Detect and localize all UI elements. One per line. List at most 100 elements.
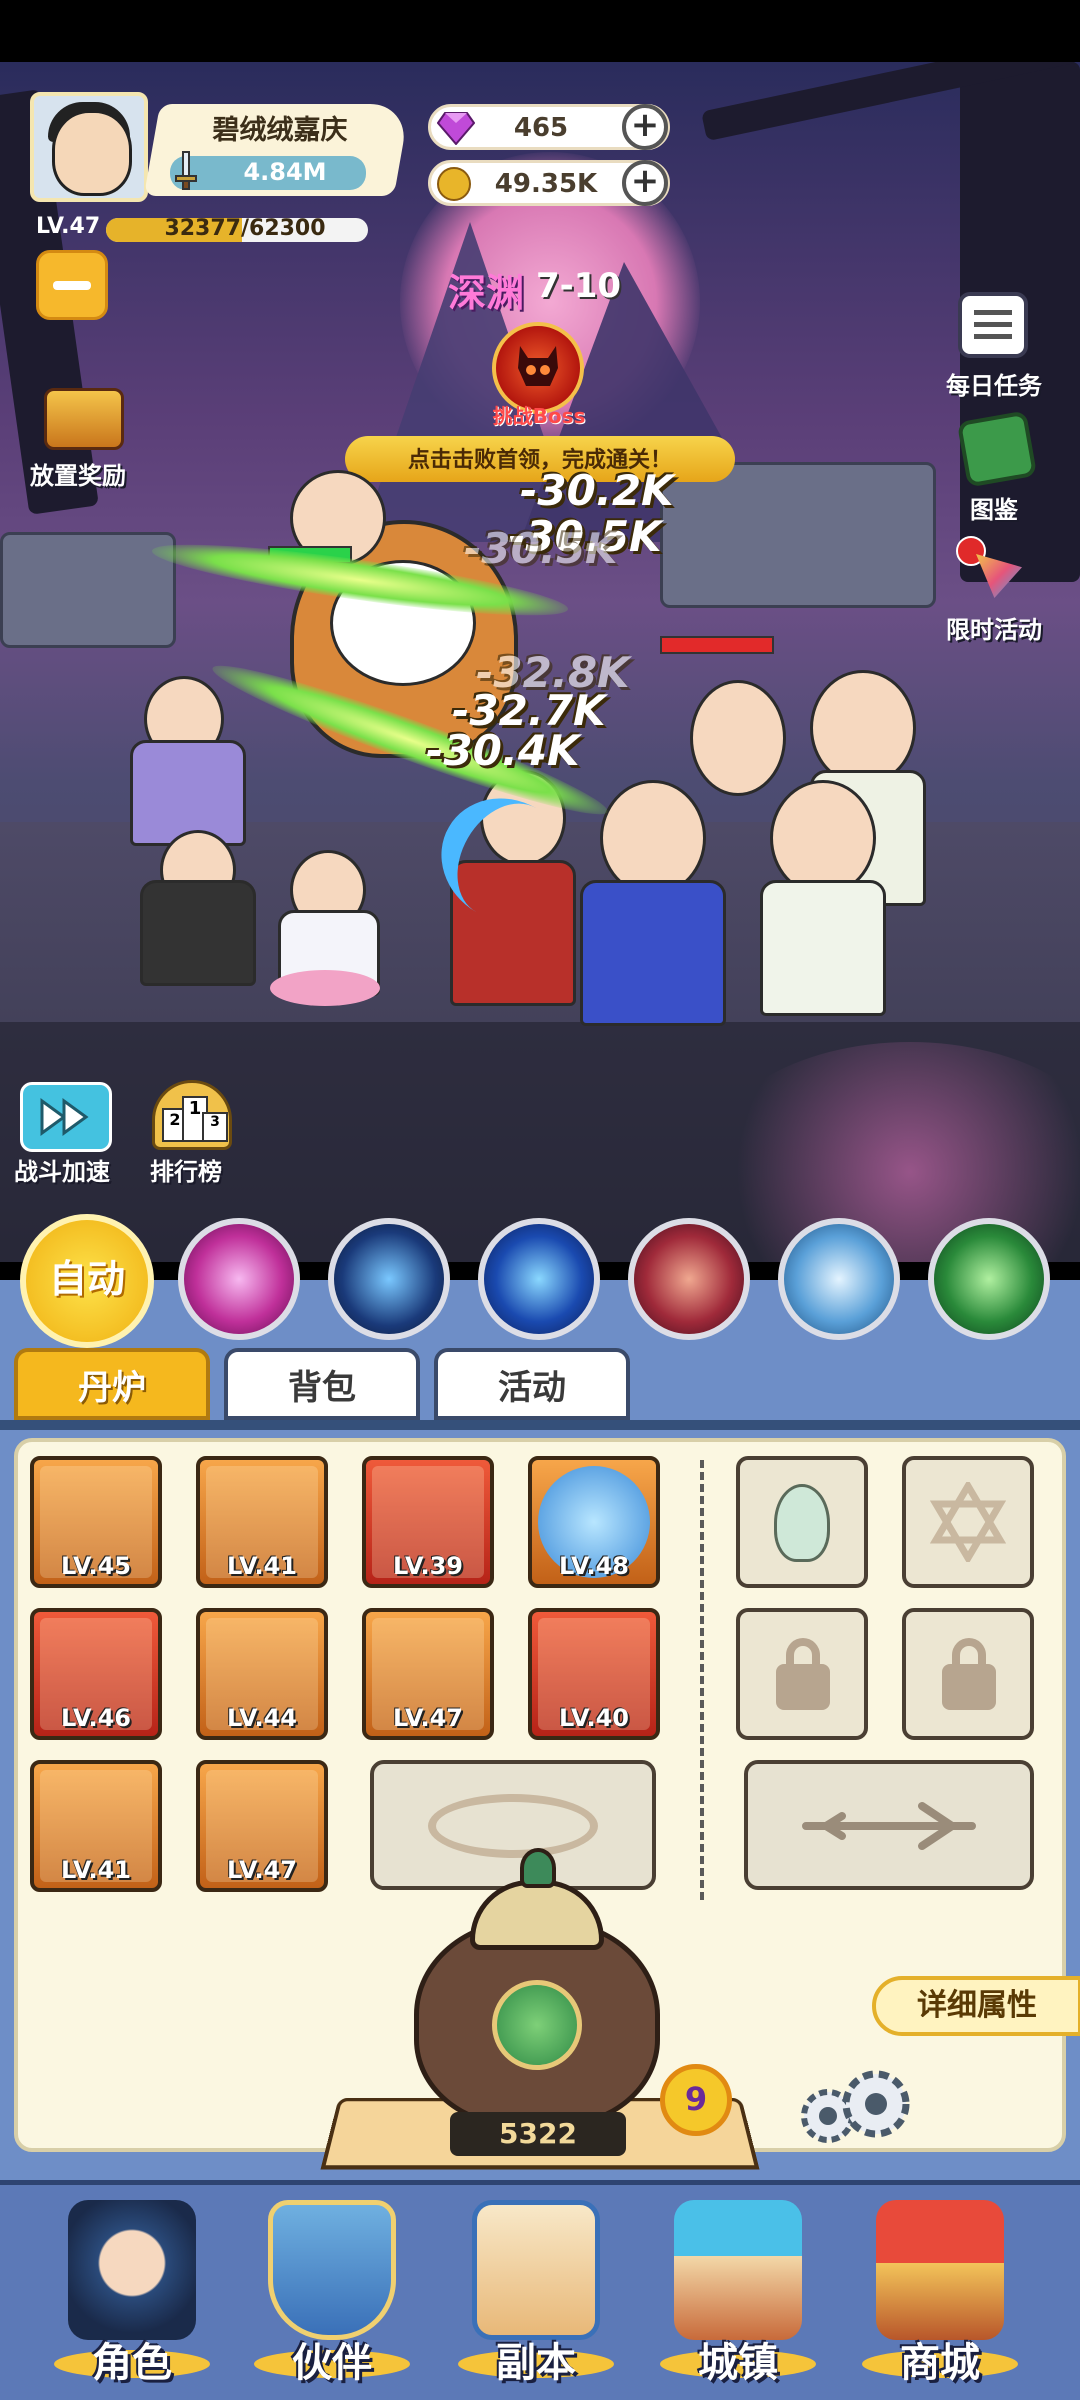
equipment-slot-boots[interactable]: LV.47 xyxy=(196,1760,328,1892)
codex-label: 图鉴 xyxy=(970,496,1018,524)
idle-reward-label: 放置奖励 xyxy=(30,462,126,490)
vase-icon xyxy=(774,1484,830,1562)
stage-area: 深渊 xyxy=(448,271,525,315)
minus-icon xyxy=(53,281,91,290)
equipment-slot-bagua[interactable]: LV.44 xyxy=(196,1608,328,1740)
treasure-slot-vase[interactable] xyxy=(736,1456,868,1588)
rock xyxy=(660,462,936,608)
limited-event-label: 限时活动 xyxy=(946,616,1042,644)
gem-icon xyxy=(437,112,475,145)
combat-power-value: 4.84M xyxy=(243,158,327,186)
nav-dungeon-label: 副本 xyxy=(496,2340,576,2386)
locked-slot[interactable] xyxy=(902,1608,1034,1740)
equipment-slot-jade[interactable]: LV.47 xyxy=(362,1608,494,1740)
equipment-slot-staff[interactable]: LV.45 xyxy=(30,1456,162,1588)
settings-gear-icon[interactable] xyxy=(790,2064,914,2152)
rock xyxy=(0,532,176,648)
furnace-count: 5322 xyxy=(450,2112,626,2156)
partner-shield-icon xyxy=(268,2200,396,2340)
equipment-level: LV.47 xyxy=(393,1704,463,1732)
section-divider xyxy=(700,1460,704,1900)
skill-vortex[interactable] xyxy=(178,1218,300,1340)
lock-icon-body xyxy=(776,1664,830,1710)
nav-character-label: 角色 xyxy=(92,2340,172,2386)
skill-blue-flame[interactable] xyxy=(478,1218,600,1340)
player-level: LV.47 xyxy=(36,214,101,239)
codex-book-icon[interactable] xyxy=(956,410,1038,488)
equipment-level: LV.41 xyxy=(61,1856,131,1884)
damage-number: -30.4K xyxy=(426,726,580,775)
leaderboard-button[interactable]: 2 1 3 xyxy=(146,1072,238,1152)
auto-battle-button[interactable]: 自动 xyxy=(20,1214,154,1348)
equipment-slot-helmet[interactable]: LV.41 xyxy=(196,1456,328,1588)
nav-partner[interactable]: 伙伴 xyxy=(244,2190,420,2390)
equipment-level: LV.39 xyxy=(393,1552,463,1580)
tab-underline xyxy=(0,1420,1080,1430)
hexagram-circle-icon xyxy=(428,1794,598,1858)
coin-icon xyxy=(437,167,471,201)
add-gems-button[interactable]: + xyxy=(622,104,668,150)
skill-beast[interactable] xyxy=(628,1218,750,1340)
locked-slot[interactable] xyxy=(736,1608,868,1740)
nav-dungeon[interactable]: 副本 xyxy=(448,2190,624,2390)
daily-tasks-label: 每日任务 xyxy=(946,372,1042,400)
player-avatar[interactable] xyxy=(30,92,148,202)
furnace-level-badge[interactable]: 9 xyxy=(660,2064,732,2136)
enemy-robe-2 xyxy=(760,880,886,1016)
fast-forward-icon xyxy=(40,1098,89,1136)
nav-shop[interactable]: 商城 xyxy=(852,2190,1028,2390)
town-building-icon xyxy=(674,2200,802,2340)
demon-skull-icon xyxy=(518,346,558,386)
lotus-platform xyxy=(270,970,380,1006)
equipment-slot-orb[interactable]: LV.48 xyxy=(528,1456,660,1588)
battle-speed-button[interactable] xyxy=(20,1082,112,1152)
damage-number: -30.2K xyxy=(520,466,674,515)
coin-count: 49.35K xyxy=(494,169,598,199)
enemy-blue-hair xyxy=(690,680,786,796)
stage-number: 7-10 xyxy=(536,266,622,306)
status-bar xyxy=(0,0,1080,62)
detail-attributes-button[interactable]: 详细属性 xyxy=(872,1976,1080,2036)
tab-backpack[interactable]: 背包 xyxy=(224,1348,420,1420)
skill-lightning[interactable] xyxy=(328,1218,450,1340)
nav-shop-label: 商城 xyxy=(900,2340,980,2386)
enemy-blue-swordsman xyxy=(600,780,706,896)
enemy-brown-hair xyxy=(810,670,916,786)
battle-speed-label: 战斗加速 xyxy=(14,1158,110,1186)
skill-green-vortex[interactable] xyxy=(928,1218,1050,1340)
dungeon-scroll-icon xyxy=(472,2200,600,2340)
daily-tasks-icon[interactable] xyxy=(958,292,1028,358)
equipment-level: LV.46 xyxy=(61,1704,131,1732)
menu-button[interactable] xyxy=(36,250,108,320)
equipment-slot-robe[interactable]: LV.39 xyxy=(362,1456,494,1588)
equipment-level: LV.40 xyxy=(559,1704,629,1732)
equipment-level: LV.47 xyxy=(227,1856,297,1884)
trident-icon xyxy=(802,1802,976,1850)
ally-official-robe xyxy=(140,880,256,986)
tab-activity[interactable]: 活动 xyxy=(434,1348,630,1420)
furnace-knob xyxy=(520,1848,556,1888)
formation-slot[interactable] xyxy=(370,1760,656,1890)
damage-number: -30.5K xyxy=(464,524,618,573)
add-coins-button[interactable]: + xyxy=(622,160,668,206)
equipment-slot-ring[interactable]: LV.46 xyxy=(30,1608,162,1740)
limited-event-icon[interactable] xyxy=(956,534,1026,600)
tab-furnace[interactable]: 丹炉 xyxy=(14,1348,210,1420)
gem-count: 465 xyxy=(513,113,569,143)
weapon-slot[interactable] xyxy=(744,1760,1034,1890)
idle-reward-chest-icon[interactable] xyxy=(44,388,124,450)
treasure-slot-star[interactable] xyxy=(902,1456,1034,1588)
equipment-slot-belt[interactable]: LV.41 xyxy=(30,1760,162,1892)
nav-town[interactable]: 城镇 xyxy=(650,2190,826,2390)
avatar-face xyxy=(52,110,132,196)
shop-building-icon xyxy=(876,2200,1004,2340)
player-name: 碧绒绒嘉庆 xyxy=(212,115,348,146)
leaderboard-label: 排行榜 xyxy=(150,1158,222,1186)
equipment-level: LV.45 xyxy=(61,1552,131,1580)
enemy-brown-hair-2 xyxy=(770,780,876,896)
skill-qilin[interactable] xyxy=(778,1218,900,1340)
nav-town-label: 城镇 xyxy=(698,2340,778,2386)
equipment-level: LV.44 xyxy=(227,1704,297,1732)
equipment-slot-amulet[interactable]: LV.40 xyxy=(528,1608,660,1740)
nav-character[interactable]: 角色 xyxy=(44,2190,220,2390)
